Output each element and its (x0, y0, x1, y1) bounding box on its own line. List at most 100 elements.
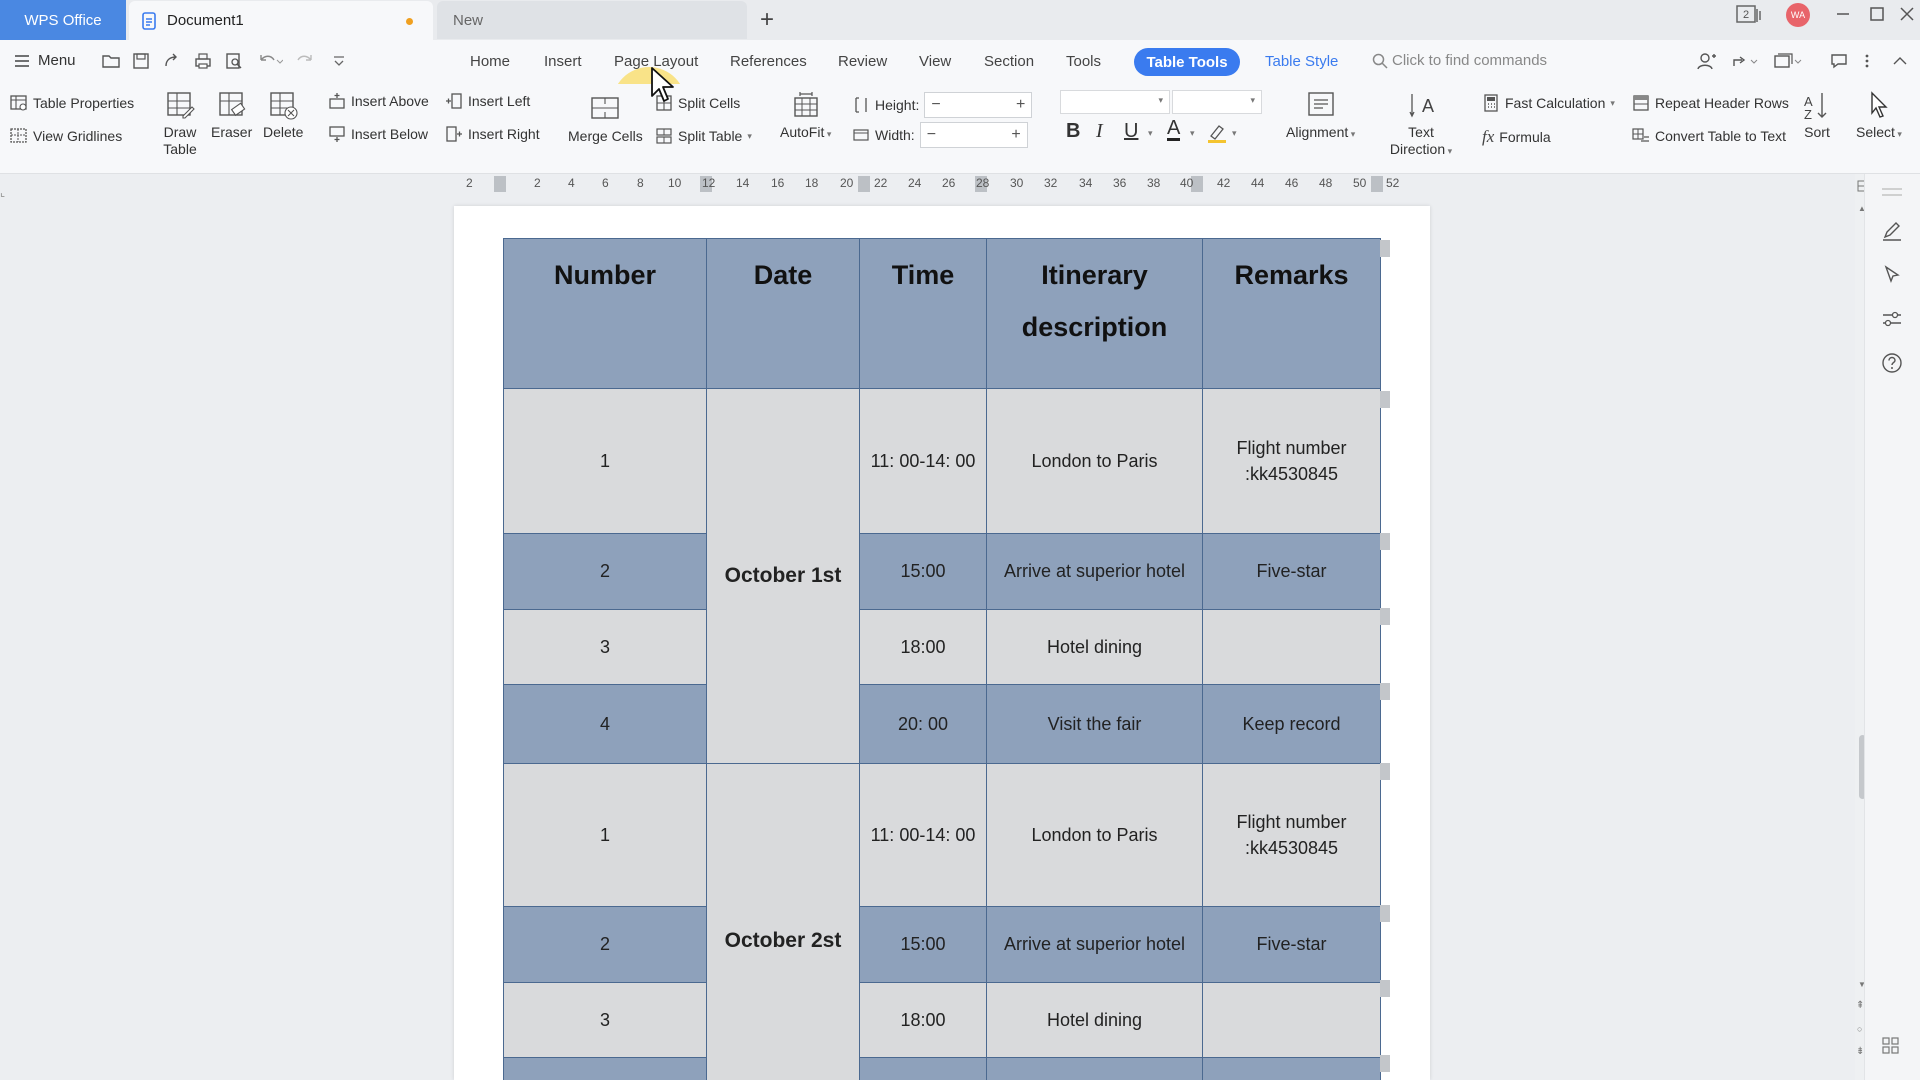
collapse-ribbon-icon[interactable] (1892, 52, 1908, 70)
cell-number[interactable]: 2 (503, 906, 707, 983)
highlight-caret-icon[interactable]: ▾ (1232, 128, 1237, 139)
tab-review[interactable]: Review (838, 53, 887, 70)
sort-button[interactable]: AZ Sort (1802, 90, 1832, 141)
row-end-marker[interactable] (1380, 240, 1390, 257)
font-color-icon[interactable]: A (1167, 118, 1181, 141)
command-search[interactable]: Click to find commands (1372, 52, 1547, 69)
highlight-icon[interactable] (1206, 122, 1228, 144)
cell-time[interactable]: 11: 00-14: 00 (859, 763, 987, 907)
font-name-dropdown[interactable]: ▾ (1060, 90, 1170, 114)
cell-number[interactable]: 1 (503, 388, 707, 534)
itinerary-table[interactable]: Number Date Time Itinerary description R… (503, 238, 1381, 1080)
print-icon[interactable] (194, 52, 212, 70)
adjust-sliders-icon[interactable] (1881, 308, 1903, 330)
cell-remarks[interactable]: Five-star (1202, 533, 1381, 610)
fast-calculation-dropdown[interactable]: Fast Calculation ▾ (1482, 94, 1615, 112)
underline-icon[interactable]: U (1124, 120, 1138, 143)
row-end-marker[interactable] (1380, 980, 1390, 997)
cell-itinerary[interactable]: London to Paris (986, 763, 1203, 907)
bold-icon[interactable]: B (1066, 120, 1080, 143)
row-end-marker[interactable] (1380, 763, 1390, 780)
tab-references[interactable]: References (730, 53, 807, 70)
decrement-icon[interactable]: − (927, 126, 936, 144)
comment-icon[interactable] (1830, 52, 1848, 70)
cell-time[interactable]: 18:00 (859, 982, 987, 1058)
insert-right-button[interactable]: Insert Right (445, 125, 540, 143)
cell-time[interactable] (859, 1057, 987, 1080)
cell-time[interactable]: 15:00 (859, 906, 987, 983)
ruler-column-marker[interactable] (858, 176, 870, 192)
italic-icon[interactable]: I (1096, 120, 1103, 143)
select-cursor-icon[interactable] (1881, 264, 1903, 286)
width-stepper[interactable]: − + (919, 122, 1028, 148)
eraser-button[interactable]: Eraser (211, 90, 252, 141)
table-properties-button[interactable]: Table Properties (10, 94, 134, 112)
row-end-marker[interactable] (1380, 608, 1390, 625)
print-preview-icon[interactable] (225, 52, 243, 70)
tab-tools[interactable]: Tools (1066, 53, 1101, 70)
more-options-icon[interactable] (1864, 52, 1870, 70)
insert-below-button[interactable]: Insert Below (328, 125, 428, 143)
share-icon[interactable] (1731, 52, 1761, 70)
cell-remarks[interactable]: Keep record (1202, 684, 1381, 764)
cell-number[interactable]: 3 (503, 609, 707, 685)
new-tab[interactable]: New (437, 1, 747, 39)
increment-icon[interactable]: + (1011, 126, 1020, 144)
cell-itinerary[interactable]: Visit the fair (986, 684, 1203, 764)
cell-itinerary[interactable]: Hotel dining (986, 982, 1203, 1058)
tab-home[interactable]: Home (470, 53, 510, 70)
font-size-dropdown[interactable]: ▾ (1172, 90, 1262, 114)
decrement-icon[interactable]: − (931, 96, 940, 114)
header-date[interactable]: Date (706, 238, 860, 389)
insert-left-button[interactable]: Insert Left (445, 92, 530, 110)
header-itinerary-description[interactable]: Itinerary description (986, 238, 1203, 389)
header-number[interactable]: Number (503, 238, 707, 389)
tab-insert[interactable]: Insert (544, 53, 582, 70)
menu-button[interactable]: Menu (14, 52, 76, 69)
tab-view[interactable]: View (919, 53, 951, 70)
tab-section[interactable]: Section (984, 53, 1034, 70)
ruler-corner-icon[interactable]: ⌞ (0, 186, 5, 199)
height-stepper[interactable]: − + (924, 92, 1033, 118)
select-dropdown[interactable]: Select ▾ (1856, 90, 1902, 143)
ruler-margin-marker[interactable] (1371, 176, 1383, 192)
row-end-marker[interactable] (1380, 683, 1390, 700)
minimize-icon[interactable] (1836, 4, 1850, 24)
share-user-icon[interactable] (1697, 52, 1717, 70)
delete-dropdown[interactable]: Delete (263, 90, 303, 141)
layout-icon[interactable] (1773, 52, 1805, 70)
autofit-dropdown[interactable]: AutoFit ▾ (780, 90, 831, 143)
convert-table-to-text-button[interactable]: Convert Table to Text (1632, 127, 1786, 145)
maximize-icon[interactable] (1870, 4, 1884, 24)
grid-view-icon[interactable] (1881, 1036, 1901, 1056)
cell-itinerary[interactable]: Arrive at superior hotel (986, 533, 1203, 610)
cell-number[interactable]: 1 (503, 763, 707, 907)
insert-above-button[interactable]: Insert Above (328, 92, 429, 110)
cell-remarks[interactable]: Flight number :kk4530845 (1202, 763, 1381, 907)
cell-remarks[interactable]: Five-star (1202, 906, 1381, 983)
add-tab-button[interactable]: + (760, 6, 774, 34)
cell-number[interactable]: 2 (503, 533, 707, 610)
increment-icon[interactable]: + (1016, 96, 1025, 114)
view-gridlines-button[interactable]: View Gridlines (10, 127, 122, 145)
window-count-icon[interactable]: 2 (1736, 3, 1762, 25)
split-table-dropdown[interactable]: Split Table ▾ (655, 127, 752, 145)
row-end-marker[interactable] (1380, 1055, 1390, 1072)
cell-date[interactable]: October 2st (706, 763, 860, 1080)
cell-remarks[interactable] (1202, 1057, 1381, 1080)
text-direction-dropdown[interactable]: A Text Direction ▾ (1388, 90, 1454, 160)
cell-remarks[interactable]: Flight number :kk4530845 (1202, 388, 1381, 534)
row-end-marker[interactable] (1380, 533, 1390, 550)
open-folder-icon[interactable] (102, 52, 120, 70)
close-icon[interactable] (1900, 4, 1914, 24)
edit-pen-icon[interactable] (1881, 220, 1903, 242)
cell-remarks[interactable] (1202, 982, 1381, 1058)
cell-time[interactable]: 11: 00-14: 00 (859, 388, 987, 534)
merge-cells-button[interactable]: Merge Cells (568, 94, 643, 145)
cell-number[interactable] (503, 1057, 707, 1080)
repeat-header-rows-button[interactable]: Repeat Header Rows (1632, 94, 1789, 112)
cell-itinerary[interactable] (986, 1057, 1203, 1080)
row-end-marker[interactable] (1380, 905, 1390, 922)
cell-remarks[interactable] (1202, 609, 1381, 685)
vertical-scrollbar[interactable] (1855, 174, 1864, 1080)
